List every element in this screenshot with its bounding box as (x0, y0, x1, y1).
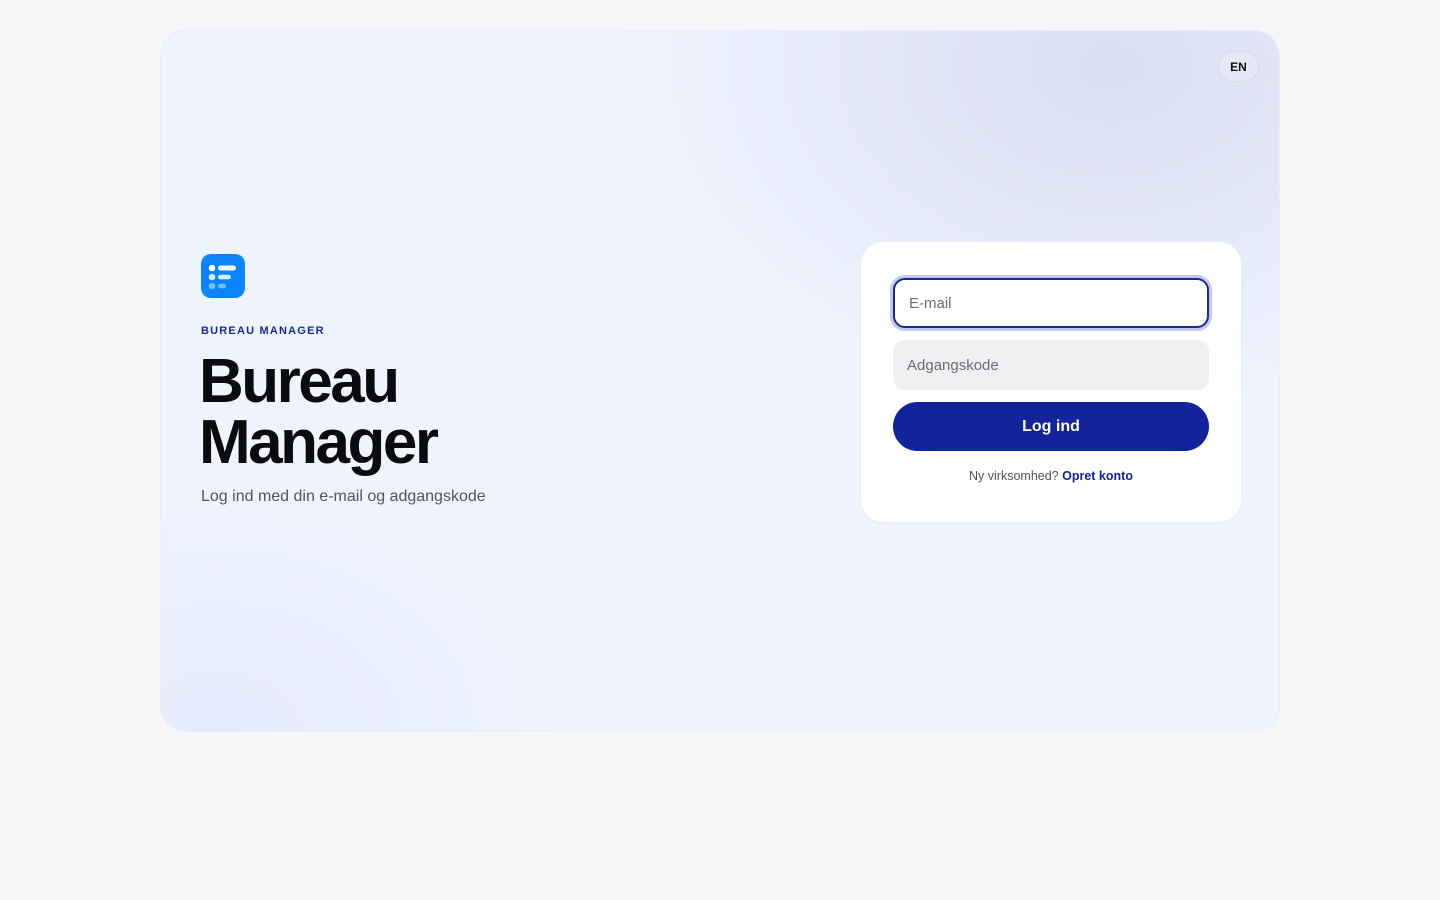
list-icon (208, 264, 236, 290)
page-title: Bureau Manager (199, 351, 439, 474)
signup-row: Ny virksomhed? Opret konto (861, 469, 1241, 483)
app-logo (201, 254, 245, 298)
page-title-line1: Bureau (199, 347, 400, 416)
page-title-line2: Manager (199, 408, 439, 477)
login-card: Log ind Ny virksomhed? Opret konto (861, 242, 1241, 522)
password-field[interactable] (893, 340, 1209, 390)
signup-prompt: Ny virksomhed? (969, 469, 1059, 483)
brand-eyebrow: BUREAU MANAGER (201, 325, 325, 337)
email-field[interactable] (893, 278, 1209, 328)
login-button[interactable]: Log ind (893, 402, 1209, 451)
create-account-link[interactable]: Opret konto (1062, 469, 1133, 483)
page-subtitle: Log ind med din e-mail og adgangskode (201, 488, 486, 505)
login-panel: EN BUREAU MANAGER Bureau Manager Log ind… (160, 30, 1280, 732)
language-toggle-button[interactable]: EN (1218, 51, 1259, 82)
